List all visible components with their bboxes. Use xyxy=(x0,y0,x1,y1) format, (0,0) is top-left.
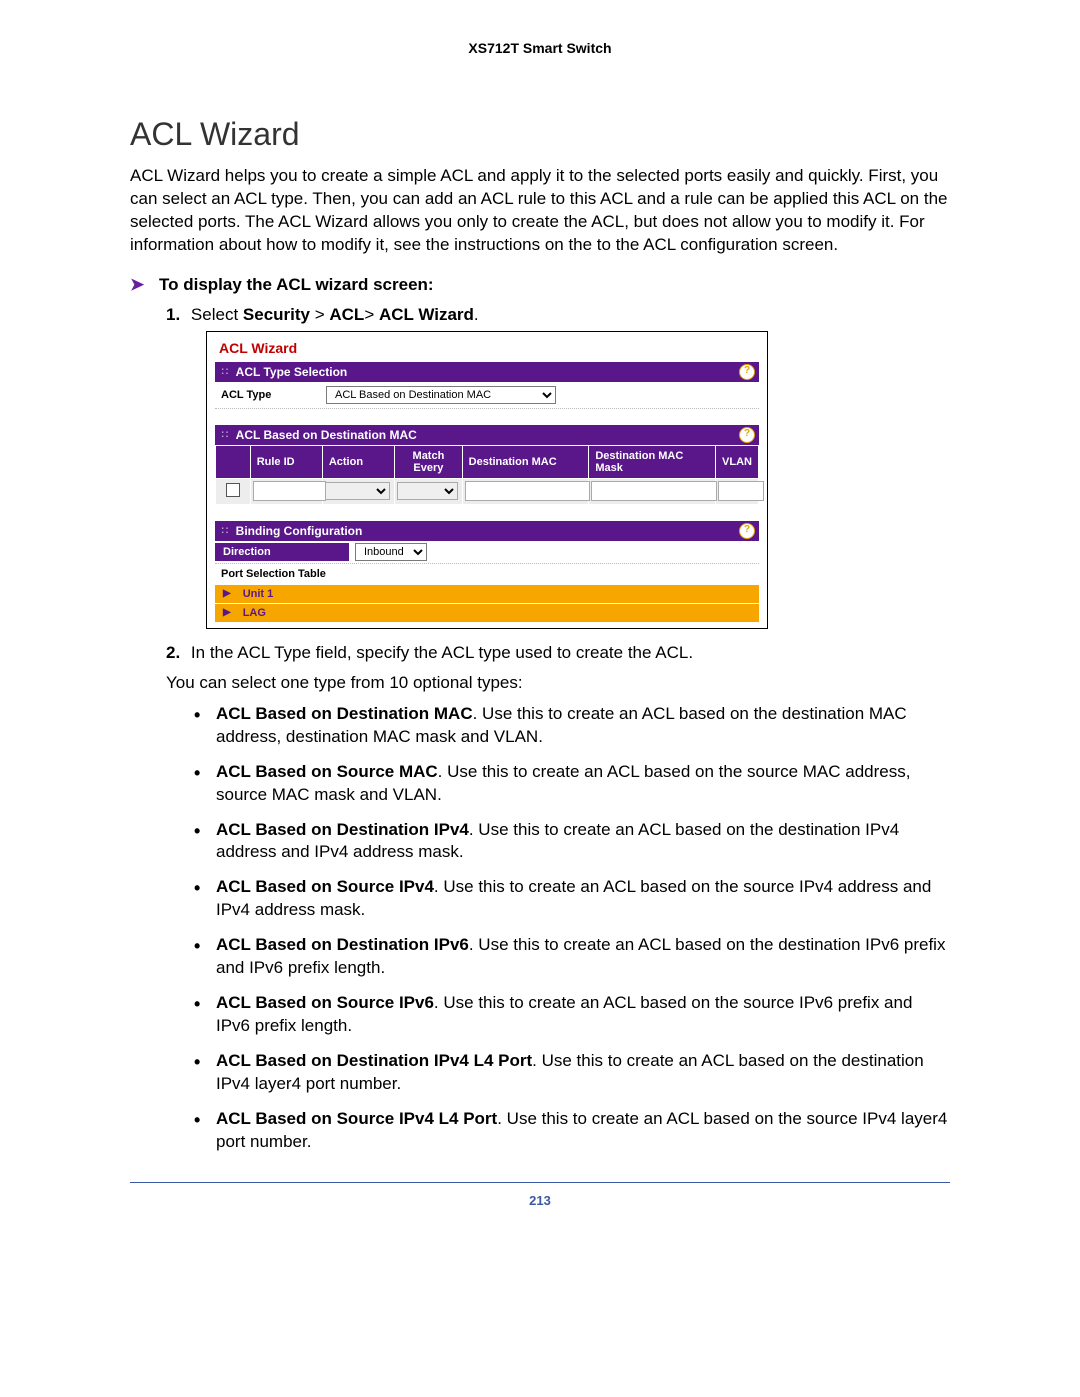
bullet-6-bold: ACL Based on Destination IPv4 L4 Port xyxy=(216,1051,532,1070)
grip-icon: :: xyxy=(221,525,230,536)
direction-label: Direction xyxy=(215,543,349,561)
step-1-sep-b: > xyxy=(364,305,379,324)
col-match-every: Match Every xyxy=(395,445,462,478)
help-icon[interactable]: ? xyxy=(739,364,755,380)
bullet-0-bold: ACL Based on Destination MAC xyxy=(216,704,473,723)
dest-mac-input[interactable] xyxy=(465,481,590,501)
grip-icon: :: xyxy=(221,366,230,377)
rule-id-input[interactable] xyxy=(253,481,327,501)
direction-row: Direction Inbound xyxy=(215,541,759,563)
acl-type-list: ACL Based on Destination MAC. Use this t… xyxy=(194,703,950,1154)
bullet-6: ACL Based on Destination IPv4 L4 Port. U… xyxy=(194,1050,950,1096)
acl-type-select[interactable]: ACL Based on Destination MAC xyxy=(326,386,556,404)
rule-row xyxy=(216,478,759,504)
bullet-7: ACL Based on Source IPv4 L4 Port. Use th… xyxy=(194,1108,950,1154)
dest-mac-mask-input[interactable] xyxy=(591,481,716,501)
step-2-subtext: You can select one type from 10 optional… xyxy=(166,673,950,693)
step-2-text: In the ACL Type field, specify the ACL t… xyxy=(191,643,693,662)
procedure-heading: ➤ To display the ACL wizard screen: xyxy=(130,275,950,295)
col-checkbox xyxy=(216,445,251,478)
section-3-label: Binding Configuration xyxy=(236,524,363,538)
bullet-4-bold: ACL Based on Destination IPv6 xyxy=(216,935,469,954)
port-selection-table-label: Port Selection Table xyxy=(215,564,759,584)
bullet-2-bold: ACL Based on Destination IPv4 xyxy=(216,820,469,839)
section-binding-configuration: :: Binding Configuration ? xyxy=(215,521,759,541)
intro-text: ACL Wizard helps you to create a simple … xyxy=(130,165,950,257)
screenshot-panel: ACL Wizard :: ACL Type Selection ? ACL T… xyxy=(206,331,768,629)
step-1-bold-c: ACL Wizard xyxy=(379,305,474,324)
expand-icon: ▶ xyxy=(223,607,231,618)
help-icon[interactable]: ? xyxy=(739,523,755,539)
bullet-0: ACL Based on Destination MAC. Use this t… xyxy=(194,703,950,749)
bullet-3: ACL Based on Source IPv4. Use this to cr… xyxy=(194,876,950,922)
page-title: ACL Wizard xyxy=(130,116,950,153)
step-1-number: 1. xyxy=(166,305,180,324)
grip-icon: :: xyxy=(221,429,230,440)
step-1-bold-a: Security xyxy=(243,305,310,324)
bullet-7-bold: ACL Based on Source IPv4 L4 Port xyxy=(216,1109,497,1128)
step-1-sep-a: > xyxy=(310,305,329,324)
col-vlan: VLAN xyxy=(716,445,759,478)
triangle-icon: ➤ xyxy=(130,275,144,294)
action-select[interactable] xyxy=(325,482,391,500)
step-1-bold-b: ACL xyxy=(329,305,364,324)
bullet-1-bold: ACL Based on Source MAC xyxy=(216,762,438,781)
bullet-5: ACL Based on Source IPv6. Use this to cr… xyxy=(194,992,950,1038)
step-1-text-a: Select xyxy=(191,305,243,324)
section-acl-based-on-dest-mac: :: ACL Based on Destination MAC ? xyxy=(215,425,759,445)
acl-type-row: ACL Type ACL Based on Destination MAC xyxy=(215,382,759,409)
bullet-3-bold: ACL Based on Source IPv4 xyxy=(216,877,434,896)
page-header: XS712T Smart Switch xyxy=(130,40,950,56)
step-1: 1. Select Security > ACL> ACL Wizard. AC… xyxy=(166,305,950,629)
section-acl-type-selection: :: ACL Type Selection ? xyxy=(215,362,759,382)
direction-select[interactable]: Inbound xyxy=(355,543,427,561)
unit-1-label: Unit 1 xyxy=(243,588,274,600)
col-action: Action xyxy=(322,445,394,478)
section-1-label: ACL Type Selection xyxy=(236,365,348,379)
bullet-5-bold: ACL Based on Source IPv6 xyxy=(216,993,434,1012)
step-2: 2. In the ACL Type field, specify the AC… xyxy=(166,643,950,1154)
expand-icon: ▶ xyxy=(223,588,231,599)
step-2-number: 2. xyxy=(166,643,180,662)
match-every-select[interactable] xyxy=(397,482,458,500)
vlan-input[interactable] xyxy=(718,481,764,501)
step-1-text-b: . xyxy=(474,305,479,324)
col-rule-id: Rule ID xyxy=(250,445,322,478)
panel-title: ACL Wizard xyxy=(219,340,759,356)
help-icon[interactable]: ? xyxy=(739,427,755,443)
bullet-2: ACL Based on Destination IPv4. Use this … xyxy=(194,819,950,865)
footer-divider xyxy=(130,1182,950,1183)
procedure-heading-text: To display the ACL wizard screen: xyxy=(159,275,434,294)
lag-label: LAG xyxy=(243,607,266,619)
unit-1-row[interactable]: ▶ Unit 1 xyxy=(215,584,759,603)
col-dest-mac: Destination MAC xyxy=(462,445,589,478)
col-dest-mac-mask: Destination MAC Mask xyxy=(589,445,716,478)
lag-row[interactable]: ▶ LAG xyxy=(215,603,759,622)
section-2-label: ACL Based on Destination MAC xyxy=(236,428,417,442)
bullet-1: ACL Based on Source MAC. Use this to cre… xyxy=(194,761,950,807)
rule-table: Rule ID Action Match Every Destination M… xyxy=(215,445,759,505)
row-checkbox[interactable] xyxy=(226,483,240,497)
page-number: 213 xyxy=(130,1193,950,1208)
bullet-4: ACL Based on Destination IPv6. Use this … xyxy=(194,934,950,980)
acl-type-label: ACL Type xyxy=(221,389,326,401)
